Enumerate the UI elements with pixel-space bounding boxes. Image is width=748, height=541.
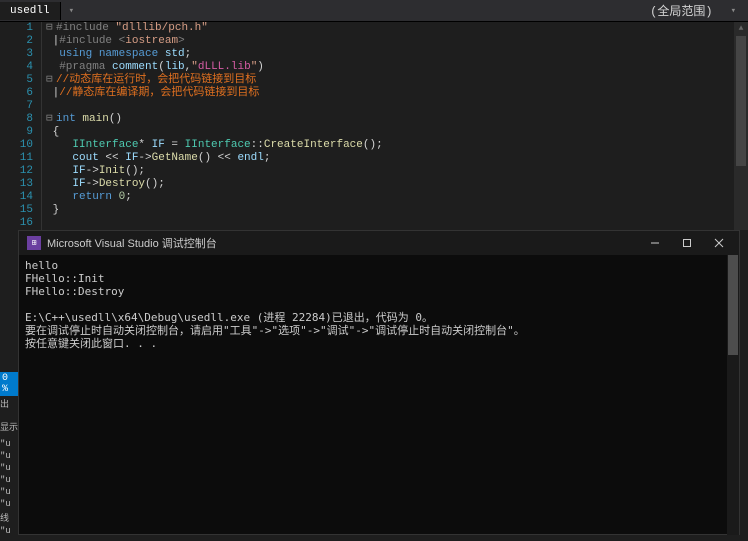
minimize-button[interactable] xyxy=(639,232,671,254)
code-area[interactable]: ⊟#include "dlllib/pch.h" |#include <iost… xyxy=(42,22,748,230)
scrollbar-thumb[interactable] xyxy=(736,36,746,166)
output-line: "u xyxy=(0,486,18,498)
console-titlebar[interactable]: ⊞ Microsoft Visual Studio 调试控制台 xyxy=(19,231,739,255)
chevron-down-icon[interactable]: ▾ xyxy=(61,6,82,16)
output-line: "u xyxy=(0,525,18,537)
line-number: 2 xyxy=(0,35,33,48)
maximize-button[interactable] xyxy=(671,232,703,254)
line-number: 12 xyxy=(0,165,33,178)
output-line: "u xyxy=(0,462,18,474)
vs-icon: ⊞ xyxy=(27,236,41,250)
line-number: 15 xyxy=(0,204,33,217)
code-editor[interactable]: 12345678910111213141516 ⊟#include "dllli… xyxy=(0,22,748,230)
line-number: 6 xyxy=(0,87,33,100)
line-number: 5 xyxy=(0,74,33,87)
output-line: "u xyxy=(0,438,18,450)
editor-tab-bar: usedll ▾ (全局范围) ▾ xyxy=(0,0,748,22)
line-number: 14 xyxy=(0,191,33,204)
scope-selector[interactable]: (全局范围) ▾ xyxy=(82,2,748,19)
line-number: 11 xyxy=(0,152,33,165)
line-number: 16 xyxy=(0,217,33,230)
line-number: 1 xyxy=(0,22,33,35)
line-gutter: 12345678910111213141516 xyxy=(0,22,42,230)
line-number: 13 xyxy=(0,178,33,191)
line-number: 3 xyxy=(0,48,33,61)
fold-toggle[interactable]: ⊟ xyxy=(46,22,56,35)
scroll-up-icon[interactable]: ▲ xyxy=(734,22,748,36)
debug-console-window: ⊞ Microsoft Visual Studio 调试控制台 hello FH… xyxy=(18,230,740,535)
console-output: hello FHello::Init FHello::Destroy E:\C+… xyxy=(19,255,739,354)
close-button[interactable] xyxy=(703,232,735,254)
line-number: 4 xyxy=(0,61,33,74)
line-number: 9 xyxy=(0,126,33,139)
output-line: "u xyxy=(0,450,18,462)
fold-toggle[interactable]: ⊟ xyxy=(46,74,56,87)
line-number: 7 xyxy=(0,100,33,113)
scope-label: (全局范围) xyxy=(650,2,712,19)
scrollbar-thumb[interactable] xyxy=(728,255,738,355)
panel-tab[interactable]: 显示 xyxy=(0,419,18,434)
line-number: 8 xyxy=(0,113,33,126)
left-output-panel: 0 % 出 显示 "u"u"u"u"u"u线"u xyxy=(0,372,18,541)
output-line: "u xyxy=(0,474,18,486)
output-line: "u xyxy=(0,498,18,510)
console-scrollbar[interactable] xyxy=(727,255,739,535)
console-title: Microsoft Visual Studio 调试控制台 xyxy=(47,235,639,251)
fold-toggle[interactable]: ⊟ xyxy=(46,113,56,126)
panel-tab[interactable]: 出 xyxy=(0,396,18,411)
file-tab-usedll[interactable]: usedll xyxy=(0,2,61,20)
progress-percent: 0 % xyxy=(0,372,18,396)
editor-scrollbar[interactable]: ▲ xyxy=(734,22,748,230)
chevron-down-icon[interactable]: ▾ xyxy=(723,6,744,16)
output-line: 线 xyxy=(0,510,18,525)
line-number: 10 xyxy=(0,139,33,152)
